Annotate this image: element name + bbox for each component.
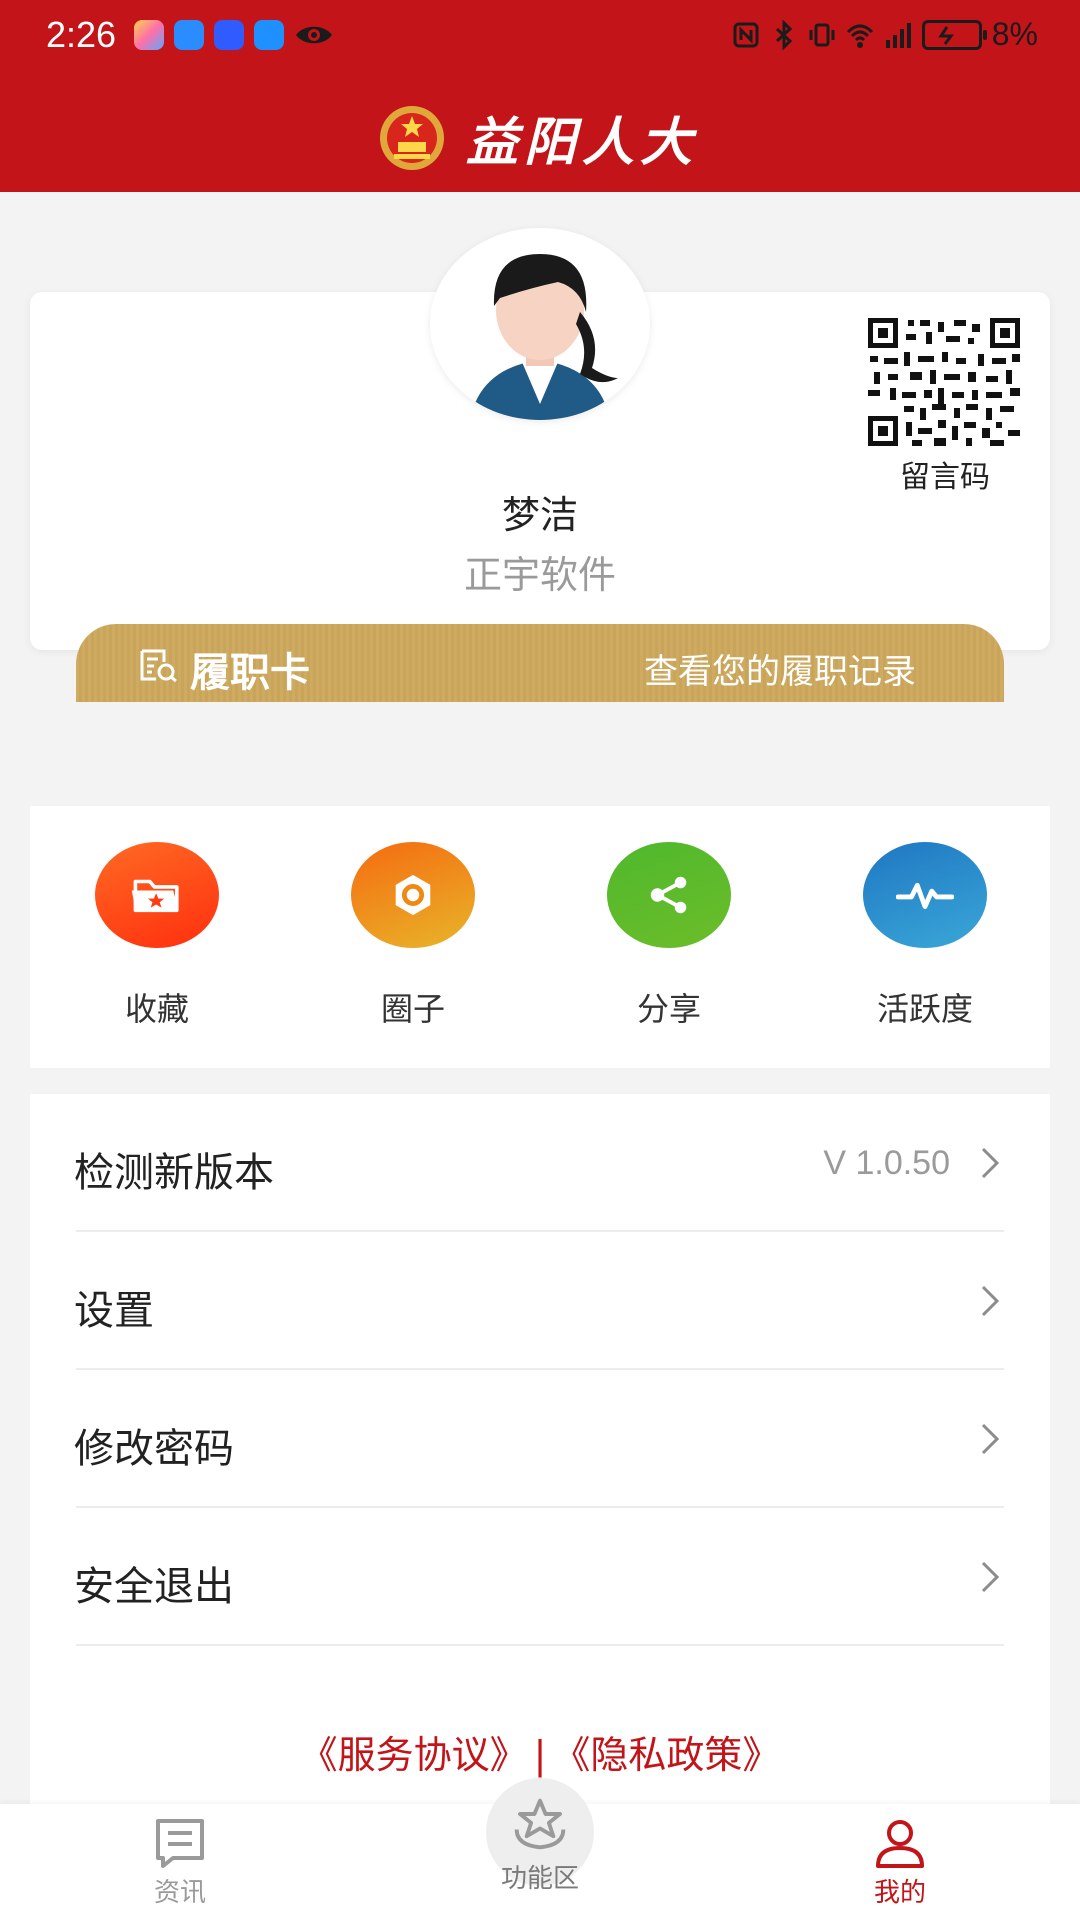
bulb-app-icon [214,20,244,50]
avatar-portrait-icon [430,228,650,420]
tab-label: 功能区 [500,1864,579,1894]
status-time: 2:26 [46,14,117,55]
divider [76,1644,1004,1646]
pulse-icon [863,842,987,948]
legal-separator: | [533,1733,547,1777]
chevron-right-icon [981,1147,1000,1179]
chevron-right-icon [981,1423,1000,1455]
menu-item-settings[interactable]: 设置 [30,1232,1050,1370]
menu-item-label: 安全退出 [74,1564,234,1610]
menu-item-check-version[interactable]: 检测新版本 V 1.0.50 [30,1094,1050,1232]
legal-links: 《服务协议》 | 《隐私政策》 [0,1724,1080,1779]
user-name: 梦洁 [501,493,578,537]
tab-news[interactable]: 资讯 [100,1818,260,1909]
signal-icon [885,22,911,48]
app-version: V 1.0.50 [823,1144,950,1182]
menu-item-label: 检测新版本 [74,1150,274,1196]
tab-functions[interactable]: 功能区 [460,1796,620,1895]
qr-code-icon [868,318,1020,446]
service-agreement-link[interactable]: 《服务协议》 [300,1724,528,1779]
folder-star-icon [95,842,219,948]
eye-comfort-icon [296,26,332,44]
settings-menu: 检测新版本 V 1.0.50 设置 修改密码 安全退出 [30,1094,1050,1804]
duty-card-banner[interactable]: 履职卡 查看您的履职记录 [76,624,1004,702]
avatar[interactable] [430,228,650,420]
wifi-icon [846,24,873,48]
nfc-icon [733,22,759,47]
bluetooth-icon [775,19,792,50]
news-icon [156,1819,204,1868]
quick-action-activity[interactable]: 活跃度 [825,842,1025,1030]
quick-action-share[interactable]: 分享 [569,842,769,1030]
menu-item-change-password[interactable]: 修改密码 [30,1370,1050,1508]
tab-label: 我的 [873,1878,926,1908]
share-icon [607,842,731,948]
menu-item-logout[interactable]: 安全退出 [30,1508,1050,1646]
hexagon-nut-icon [351,842,475,948]
view-duty-records-link[interactable]: 查看您的履职记录 [644,644,916,693]
menu-item-label: 设置 [74,1288,154,1334]
tab-mine[interactable]: 我的 [820,1818,980,1909]
battery-percent: 8% [991,16,1038,52]
weather-app-icon [254,20,284,50]
app-name: 益阳人大 [466,112,699,173]
quick-action-circle[interactable]: 圈子 [313,842,513,1030]
star-crown-icon [514,1798,566,1850]
status-indicators: 8% [732,16,1038,53]
menu-item-label: 修改密码 [74,1426,234,1472]
tab-label: 资讯 [153,1878,206,1908]
quick-action-label: 圈子 [380,990,445,1028]
app-brand: 益阳人大 [378,100,698,175]
quick-action-label: 分享 [636,990,701,1028]
status-app-icons [134,20,334,50]
duty-card-title: 履职卡 [190,650,310,696]
quick-actions-panel: 收藏 圈子 分享 活跃度 [30,806,1050,1068]
battery-icon [921,19,987,50]
user-icon [876,1820,924,1868]
app-header: 2:26 8% 益阳人大 [0,0,1080,192]
quick-action-favorites[interactable]: 收藏 [57,842,257,1030]
user-organization: 正宇软件 [463,553,616,597]
cloud-app-icon [174,20,204,50]
chevron-right-icon [981,1285,1000,1317]
message-qr-code[interactable]: 留言码 [868,318,1022,496]
quick-action-label: 收藏 [124,990,189,1028]
national-emblem-icon [380,105,444,170]
chevron-right-icon [981,1561,1000,1593]
quick-action-label: 活跃度 [876,990,973,1028]
brush-app-icon [134,20,164,50]
vibrate-icon [809,23,835,46]
duty-card-icon [140,649,177,682]
privacy-policy-link[interactable]: 《隐私政策》 [552,1724,780,1779]
